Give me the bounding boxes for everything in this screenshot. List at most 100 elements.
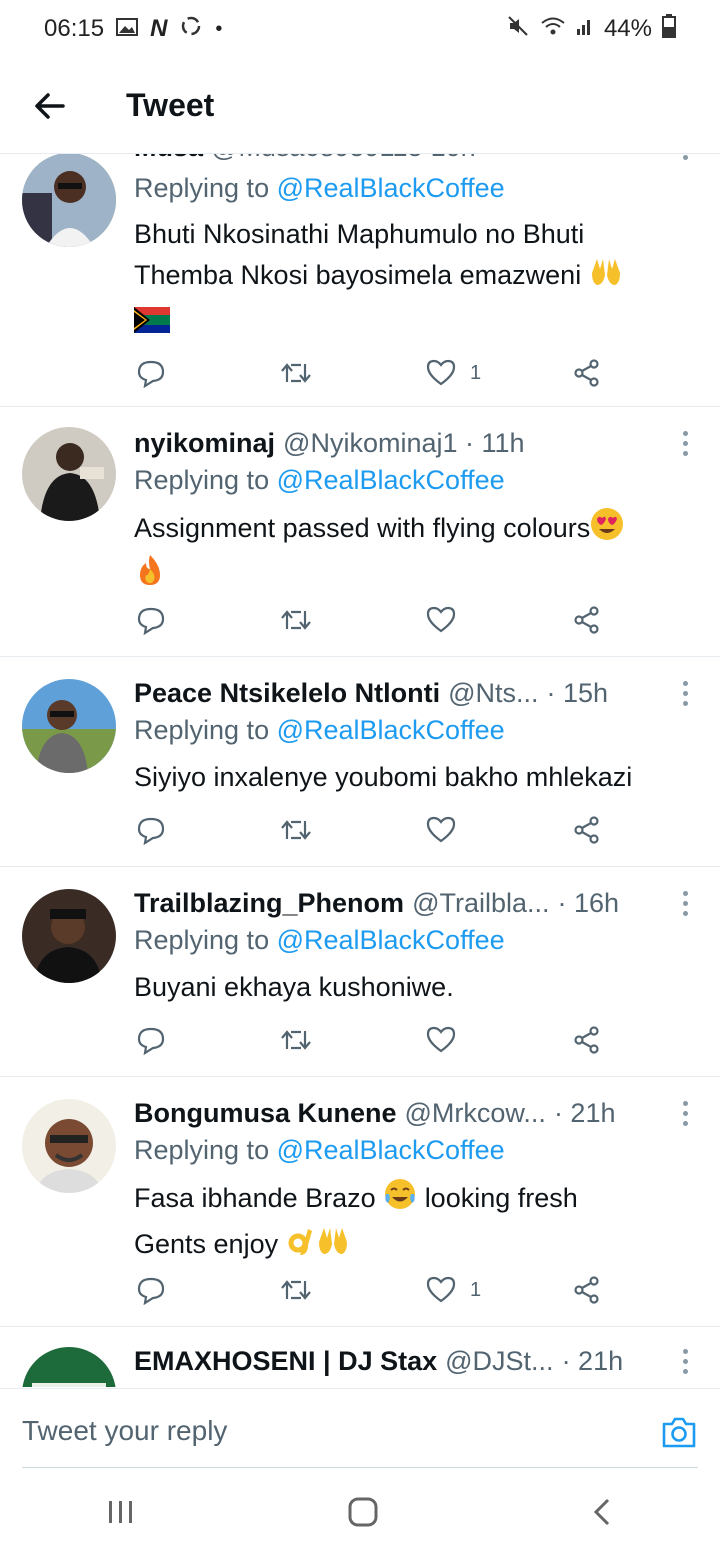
more-options-button[interactable] bbox=[680, 681, 690, 706]
reply-mention-link[interactable]: @RealBlackCoffee bbox=[277, 173, 505, 203]
share-icon bbox=[574, 606, 599, 634]
more-options-button[interactable] bbox=[680, 155, 690, 160]
tweet-header: Peace Ntsikelelo Ntlonti @Nts... · 15h bbox=[134, 675, 690, 711]
system-back-button[interactable] bbox=[590, 1496, 614, 1533]
reply-mention-link[interactable]: @RealBlackCoffee bbox=[277, 925, 505, 955]
author-name[interactable]: Peace Ntsikelelo Ntlonti bbox=[134, 678, 440, 709]
replying-to: Replying to @RealBlackCoffee bbox=[134, 173, 505, 204]
tweet-text-line: Assignment passed with flying colours bbox=[134, 513, 591, 544]
tweet-item[interactable]: Trailblazing_Phenom @Trailbla... · 16h R… bbox=[0, 867, 720, 1077]
tweet-item[interactable]: Musa @Musa68959115 10h Replying to @Real… bbox=[0, 153, 720, 407]
more-notifications-dot-icon: • bbox=[215, 17, 223, 40]
camera-button[interactable] bbox=[660, 1413, 698, 1451]
tweet-text: Buyani ekhaya kushoniwe. bbox=[134, 967, 698, 1008]
reply-button[interactable] bbox=[136, 356, 166, 390]
more-options-button[interactable] bbox=[680, 431, 690, 456]
reply-mention-link[interactable]: @RealBlackCoffee bbox=[277, 465, 505, 495]
tears-of-joy-emoji-icon bbox=[383, 1177, 417, 1223]
author-name[interactable]: EMAXHOSENI | DJ Stax bbox=[134, 1346, 437, 1377]
retweet-icon bbox=[281, 1280, 311, 1300]
heart-icon bbox=[426, 1026, 456, 1053]
reply-button[interactable] bbox=[136, 603, 166, 637]
share-button[interactable] bbox=[572, 1273, 602, 1307]
reply-button[interactable] bbox=[136, 1273, 166, 1307]
tweet-actions: 1 bbox=[134, 356, 604, 390]
mute-icon bbox=[506, 14, 530, 45]
home-button[interactable] bbox=[347, 1496, 379, 1533]
avatar[interactable] bbox=[22, 1347, 116, 1387]
heart-icon bbox=[426, 606, 456, 633]
tweet-text-line: Themba Nkosi bayosimela emazweni bbox=[134, 260, 582, 291]
heart-icon bbox=[426, 1276, 456, 1303]
share-button[interactable] bbox=[572, 603, 602, 637]
tweet-text: Assignment passed with flying colours bbox=[134, 507, 698, 599]
author-handle[interactable]: @Musa68959115 bbox=[211, 153, 423, 163]
like-button[interactable] bbox=[426, 603, 470, 637]
recent-apps-icon bbox=[108, 1500, 132, 1523]
avatar[interactable] bbox=[22, 427, 116, 521]
replies-feed[interactable]: Musa @Musa68959115 10h Replying to @Real… bbox=[0, 153, 720, 1387]
comment-icon bbox=[137, 817, 165, 845]
reply-mention-link[interactable]: @RealBlackCoffee bbox=[277, 1135, 505, 1165]
author-handle[interactable]: @Trailbla... bbox=[412, 888, 549, 919]
like-count: 1 bbox=[470, 1278, 482, 1301]
more-options-button[interactable] bbox=[680, 891, 690, 916]
more-options-button[interactable] bbox=[680, 1101, 690, 1126]
replying-to: Replying to @RealBlackCoffee bbox=[134, 1135, 505, 1166]
share-button[interactable] bbox=[572, 1023, 602, 1057]
retweet-button[interactable] bbox=[280, 1023, 312, 1057]
tweet-item[interactable]: EMAXHOSENI | DJ Stax @DJSt... · 21h bbox=[0, 1327, 720, 1387]
tweet-item[interactable]: nyikominaj @Nyikominaj1 · 11h Replying t… bbox=[0, 407, 720, 657]
author-handle[interactable]: @Nts... bbox=[448, 678, 538, 709]
retweet-button[interactable] bbox=[280, 813, 312, 847]
retweet-button[interactable] bbox=[280, 1273, 312, 1307]
wifi-icon bbox=[540, 15, 566, 44]
tweet-time: · 21h bbox=[553, 1097, 616, 1128]
reply-button[interactable] bbox=[136, 1023, 166, 1057]
author-name[interactable]: nyikominaj bbox=[134, 428, 275, 459]
share-button[interactable] bbox=[572, 813, 602, 847]
like-button[interactable] bbox=[426, 813, 470, 847]
author-handle-and-time[interactable]: @Nyikominaj1 · 11h bbox=[283, 428, 525, 459]
tweet-text: Bhuti Nkosinathi Maphumulo no Bhuti Them… bbox=[134, 214, 698, 345]
avatar[interactable] bbox=[22, 153, 116, 247]
author-handle[interactable]: @Mrkcow... bbox=[405, 1098, 546, 1129]
back-button[interactable] bbox=[20, 76, 80, 136]
replying-to: Replying to @RealBlackCoffee bbox=[134, 715, 505, 746]
author-name[interactable]: Bongumusa Kunene bbox=[134, 1098, 397, 1129]
like-button[interactable] bbox=[426, 1023, 470, 1057]
retweet-button[interactable] bbox=[280, 356, 312, 390]
status-time: 06:15 bbox=[44, 15, 105, 42]
tweet-text-line: Buyani ekhaya kushoniwe. bbox=[134, 972, 454, 1002]
avatar[interactable] bbox=[22, 1099, 116, 1193]
reply-input[interactable]: Tweet your reply bbox=[22, 1415, 227, 1447]
replying-to-label: Replying to bbox=[134, 173, 277, 203]
signal-icon bbox=[576, 15, 594, 44]
avatar[interactable] bbox=[22, 679, 116, 773]
more-options-button[interactable] bbox=[680, 1349, 690, 1374]
reply-mention-link[interactable]: @RealBlackCoffee bbox=[277, 715, 505, 745]
author-handle[interactable]: @DJSt... bbox=[445, 1346, 553, 1377]
avatar[interactable] bbox=[22, 889, 116, 983]
tweet-text: Siyiyo inxalenye youbomi bakho mhlekazi bbox=[134, 757, 698, 798]
tweet-time: · 21h bbox=[561, 1345, 624, 1376]
south-africa-flag-icon bbox=[134, 304, 170, 345]
retweet-button[interactable] bbox=[280, 603, 312, 637]
tweet-item[interactable]: Peace Ntsikelelo Ntlonti @Nts... · 15h R… bbox=[0, 657, 720, 867]
ok-hand-emoji-icon bbox=[286, 1223, 316, 1269]
tweet-actions bbox=[134, 1023, 604, 1057]
netflix-notification-icon: N bbox=[150, 15, 168, 42]
comment-icon bbox=[137, 607, 165, 635]
author-name[interactable]: Musa bbox=[134, 153, 203, 163]
reply-button[interactable] bbox=[136, 813, 166, 847]
like-button[interactable]: 1 bbox=[426, 356, 481, 390]
replying-to: Replying to @RealBlackCoffee bbox=[134, 465, 505, 496]
tweet-text-line: Bhuti Nkosinathi Maphumulo no Bhuti bbox=[134, 219, 585, 249]
share-button[interactable] bbox=[572, 356, 602, 390]
tweet-item[interactable]: Bongumusa Kunene @Mrkcow... · 21h Replyi… bbox=[0, 1077, 720, 1327]
reply-composer: Tweet your reply bbox=[0, 1388, 720, 1468]
like-button[interactable]: 1 bbox=[426, 1273, 481, 1307]
tweet-header: EMAXHOSENI | DJ Stax @DJSt... · 21h bbox=[134, 1343, 690, 1379]
recent-apps-button[interactable] bbox=[106, 1497, 136, 1532]
author-name[interactable]: Trailblazing_Phenom bbox=[134, 888, 404, 919]
